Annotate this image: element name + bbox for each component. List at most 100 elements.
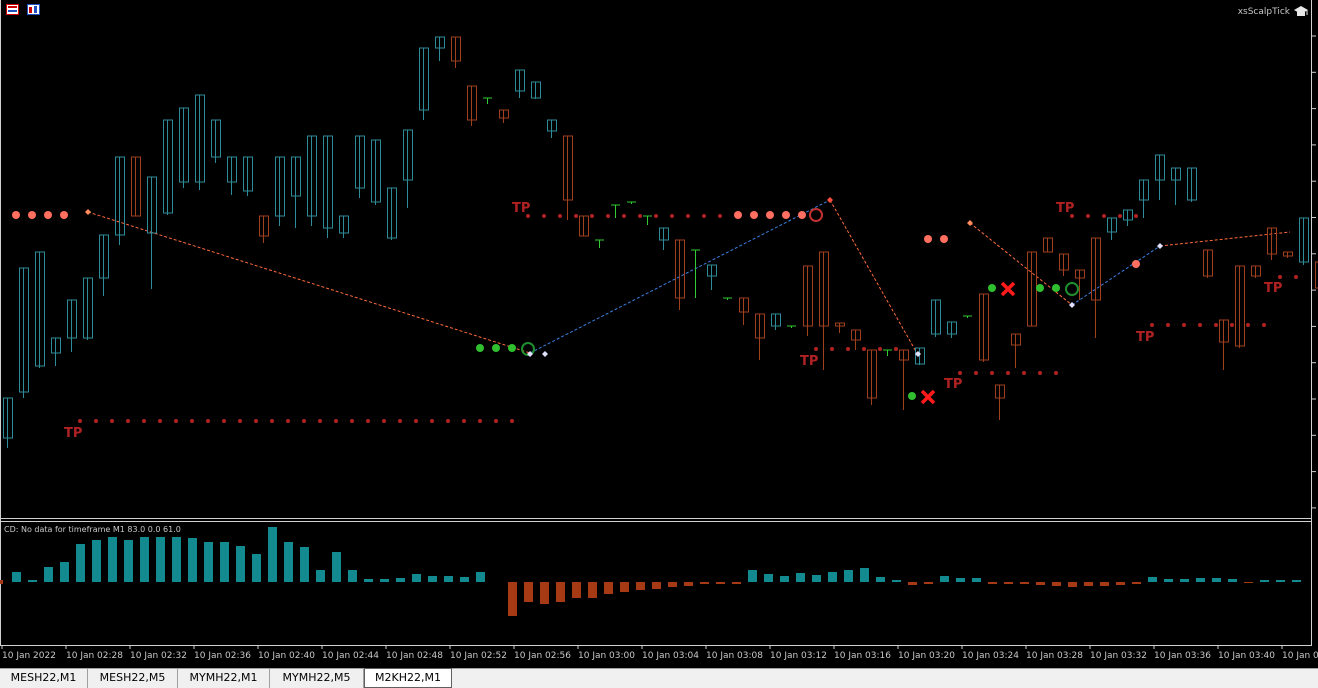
- sell-dot: [12, 211, 20, 219]
- hist-bar-neg: [604, 582, 613, 594]
- tp-dot: [254, 419, 258, 423]
- tp-dot: [1006, 371, 1010, 375]
- tp-dot: [1022, 371, 1026, 375]
- tp-dot: [718, 214, 722, 218]
- candle: [1219, 319, 1229, 370]
- tp-dot: [190, 419, 194, 423]
- time-label: 10 Jan 03:20: [898, 651, 955, 661]
- hist-bar-pos: [348, 570, 357, 582]
- candle: [1203, 249, 1213, 278]
- tp-dot: [1214, 323, 1218, 327]
- tp-dot: [222, 419, 226, 423]
- hist-bar-neg: [988, 582, 997, 584]
- candle: [979, 293, 989, 362]
- time-label: 10 Jan 03:36: [1154, 651, 1211, 661]
- hist-bar-pos: [1276, 580, 1285, 582]
- one-click-trading-icon[interactable]: [27, 4, 40, 15]
- indicator-name: xsScalpTick: [1238, 7, 1291, 17]
- sell-dot: [750, 211, 758, 219]
- tp-dot: [542, 214, 546, 218]
- hist-bar-pos: [44, 567, 53, 582]
- hist-bar-neg: [700, 582, 709, 584]
- candle: [1139, 179, 1149, 218]
- tp-dot: [1166, 323, 1170, 327]
- tp-dot: [78, 419, 82, 423]
- candle: [531, 81, 541, 99]
- tab-mymh22-m5[interactable]: MYMH22,M5: [270, 669, 364, 688]
- cd-histogram: [0, 527, 1301, 616]
- hist-bar-neg: [716, 582, 725, 584]
- candle: [691, 249, 700, 298]
- hist-bar-pos: [780, 576, 789, 582]
- tp-dot: [94, 419, 98, 423]
- candle: [355, 135, 365, 198]
- time-label: 10 Jan 02:28: [66, 651, 123, 661]
- candle: [371, 139, 381, 205]
- hist-bar-pos: [28, 580, 37, 582]
- tab-mesh22-m1[interactable]: MESH22,M1: [0, 669, 88, 688]
- hist-bar-pos: [188, 538, 197, 582]
- hist-bar-pos: [140, 537, 149, 582]
- tp-dot: [1150, 323, 1154, 327]
- hist-bar-neg: [1020, 582, 1029, 584]
- buy-dot: [1036, 284, 1044, 292]
- candle: [435, 36, 445, 61]
- sell-dot: [60, 211, 68, 219]
- tp-dot: [990, 371, 994, 375]
- candle: [67, 299, 77, 352]
- hist-bar-pos: [364, 579, 373, 582]
- tab-mesh22-m5[interactable]: MESH22,M5: [88, 669, 178, 688]
- tp-dot: [654, 214, 658, 218]
- tab-m2kh22-m1[interactable]: M2KH22,M1: [364, 668, 452, 688]
- time-label: 10 Jan 02:40: [258, 651, 315, 661]
- candle: [1091, 237, 1101, 338]
- candle: [611, 204, 620, 218]
- hist-bar-pos: [1164, 579, 1173, 582]
- signal-line: [829, 199, 919, 356]
- tp-label: TP: [64, 426, 82, 441]
- tp-dot: [702, 214, 706, 218]
- entry-ring: [809, 208, 823, 222]
- hist-bar-pos: [300, 547, 309, 582]
- sell-dot: [766, 211, 774, 219]
- tp-dot: [1086, 214, 1090, 218]
- hist-bar-neg: [1004, 582, 1013, 584]
- tp-dot: [446, 419, 450, 423]
- tp-dot: [142, 419, 146, 423]
- tp-dot: [494, 419, 498, 423]
- candle: [387, 187, 397, 240]
- hist-bar-pos: [1228, 579, 1237, 582]
- graduation-cap-icon[interactable]: [1294, 6, 1308, 16]
- arrow-marker: [1157, 243, 1163, 249]
- hist-bar-pos: [332, 552, 341, 582]
- hist-bar-pos: [748, 570, 757, 582]
- candle: [659, 227, 669, 250]
- hist-bar-pos: [796, 573, 805, 582]
- tp-dot: [414, 419, 418, 423]
- hist-bar-pos: [316, 570, 325, 582]
- hist-bar-neg: [572, 582, 581, 598]
- buy-dot: [508, 344, 516, 352]
- tp-dot: [1118, 214, 1122, 218]
- hist-bar-pos: [876, 577, 885, 582]
- tp-dot: [1038, 371, 1042, 375]
- candle: [19, 267, 29, 398]
- tp-dot: [1102, 214, 1106, 218]
- candle: [451, 36, 461, 68]
- tp-dot: [878, 347, 882, 351]
- candle: [1059, 253, 1069, 276]
- hist-bar-pos: [76, 544, 85, 582]
- time-label: 10 Jan 02:44: [322, 651, 379, 661]
- candle: [579, 215, 589, 237]
- depth-of-market-icon[interactable]: [6, 4, 19, 15]
- candle: [803, 265, 813, 336]
- sell-dot: [798, 211, 806, 219]
- tp-dot: [574, 214, 578, 218]
- time-label: 10 Jan 03:28: [1026, 651, 1083, 661]
- price-chart[interactable]: TPTPTPTPTPTPTP 10 Jan 2022 10 Jan 02:28 10…: [0, 0, 1318, 668]
- hist-bar-pos: [268, 527, 277, 582]
- candle: [115, 156, 125, 245]
- candle: [835, 322, 845, 333]
- hist-bar-neg: [1244, 582, 1253, 583]
- tab-mymh22-m1[interactable]: MYMH22,M1: [178, 669, 270, 688]
